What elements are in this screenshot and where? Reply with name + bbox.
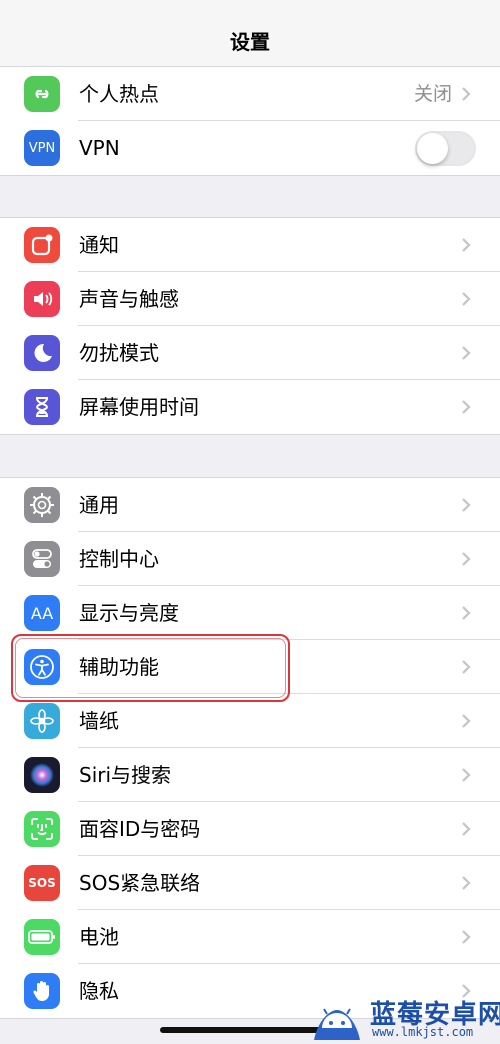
row-label: 个人热点 [79,82,159,106]
watermark: 蓝莓安卓网 www.lmkjst.com [310,990,500,1044]
row-label: 声音与触感 [79,287,179,311]
row-label: Siri与搜索 [79,763,172,787]
chevron-right-icon [462,238,471,252]
row-screen-time[interactable]: 屏幕使用时间 [0,380,500,434]
row-control-center[interactable]: 控制中心 [0,532,500,586]
row-label: 通用 [79,493,119,517]
row-value: 关闭 [413,83,452,105]
moon-icon [24,335,60,371]
chevron-right-icon [462,606,471,620]
chevron-right-icon [462,876,471,890]
row-display-brightness[interactable]: AA 显示与亮度 [0,586,500,640]
chevron-right-icon [462,660,471,674]
sos-icon-text: SOS [28,876,56,890]
row-notifications[interactable]: 通知 [0,218,500,272]
watermark-logo-icon [314,1008,360,1040]
flower-icon [24,703,60,739]
chevron-right-icon [462,822,471,836]
row-battery[interactable]: 电池 [0,910,500,964]
row-label: 墙纸 [79,709,119,733]
row-label: 勿扰模式 [79,341,159,365]
display-icon-text: AA [30,603,54,623]
chevron-right-icon [462,768,471,782]
row-sounds[interactable]: 声音与触感 [0,272,500,326]
row-label: 控制中心 [79,547,159,571]
row-face-id[interactable]: 面容ID与密码 [0,802,500,856]
chevron-right-icon [462,400,471,414]
row-label: 电池 [79,925,119,949]
row-do-not-disturb[interactable]: 勿扰模式 [0,326,500,380]
gear-icon [24,487,60,523]
row-label: SOS紧急联络 [79,871,201,895]
chevron-right-icon [462,346,471,360]
row-label: 通知 [79,233,119,257]
row-label: 显示与亮度 [79,601,179,625]
row-general[interactable]: 通用 [0,478,500,532]
vpn-icon-text: VPN [28,140,56,156]
row-wallpaper[interactable]: 墙纸 [0,694,500,748]
display-aa-icon: AA [24,595,60,631]
page-title: 设置 [230,30,270,54]
navigation-bar: 设置 [0,0,500,71]
accessibility-highlight-box [11,634,290,702]
row-label: 隐私 [79,979,119,1003]
chevron-right-icon [462,930,471,944]
battery-icon [24,919,60,955]
row-vpn[interactable]: VPN VPN [0,121,500,175]
row-personal-hotspot[interactable]: 个人热点 关闭 [0,67,500,121]
vpn-toggle[interactable] [415,131,476,166]
chevron-right-icon [462,292,471,306]
hand-icon [24,973,60,1009]
siri-icon [24,757,60,793]
settings-group-general: 通用 控制中心 AA 显示与亮度 辅助功能 墙纸 Siri与搜索 面容ID与密码… [0,477,500,1019]
settings-group-notifications: 通知 声音与触感 勿扰模式 屏幕使用时间 [0,217,500,435]
notifications-icon [24,227,60,263]
chevron-right-icon [462,498,471,512]
row-label: VPN [79,136,120,160]
chevron-right-icon [462,714,471,728]
chevron-right-icon [462,552,471,566]
settings-group-connectivity: 个人热点 关闭 VPN VPN [0,66,500,176]
switches-icon [24,541,60,577]
speaker-icon [24,281,60,317]
row-label: 面容ID与密码 [79,817,201,841]
row-emergency-sos[interactable]: SOS SOS紧急联络 [0,856,500,910]
watermark-url: www.lmkjst.com [372,1025,474,1039]
hourglass-icon [24,389,60,425]
chevron-right-icon [462,87,471,101]
vpn-icon: VPN [24,130,60,166]
hotspot-icon [24,76,60,112]
row-label: 屏幕使用时间 [79,395,199,419]
row-siri-search[interactable]: Siri与搜索 [0,748,500,802]
faceid-icon [24,811,60,847]
sos-icon: SOS [24,865,60,901]
